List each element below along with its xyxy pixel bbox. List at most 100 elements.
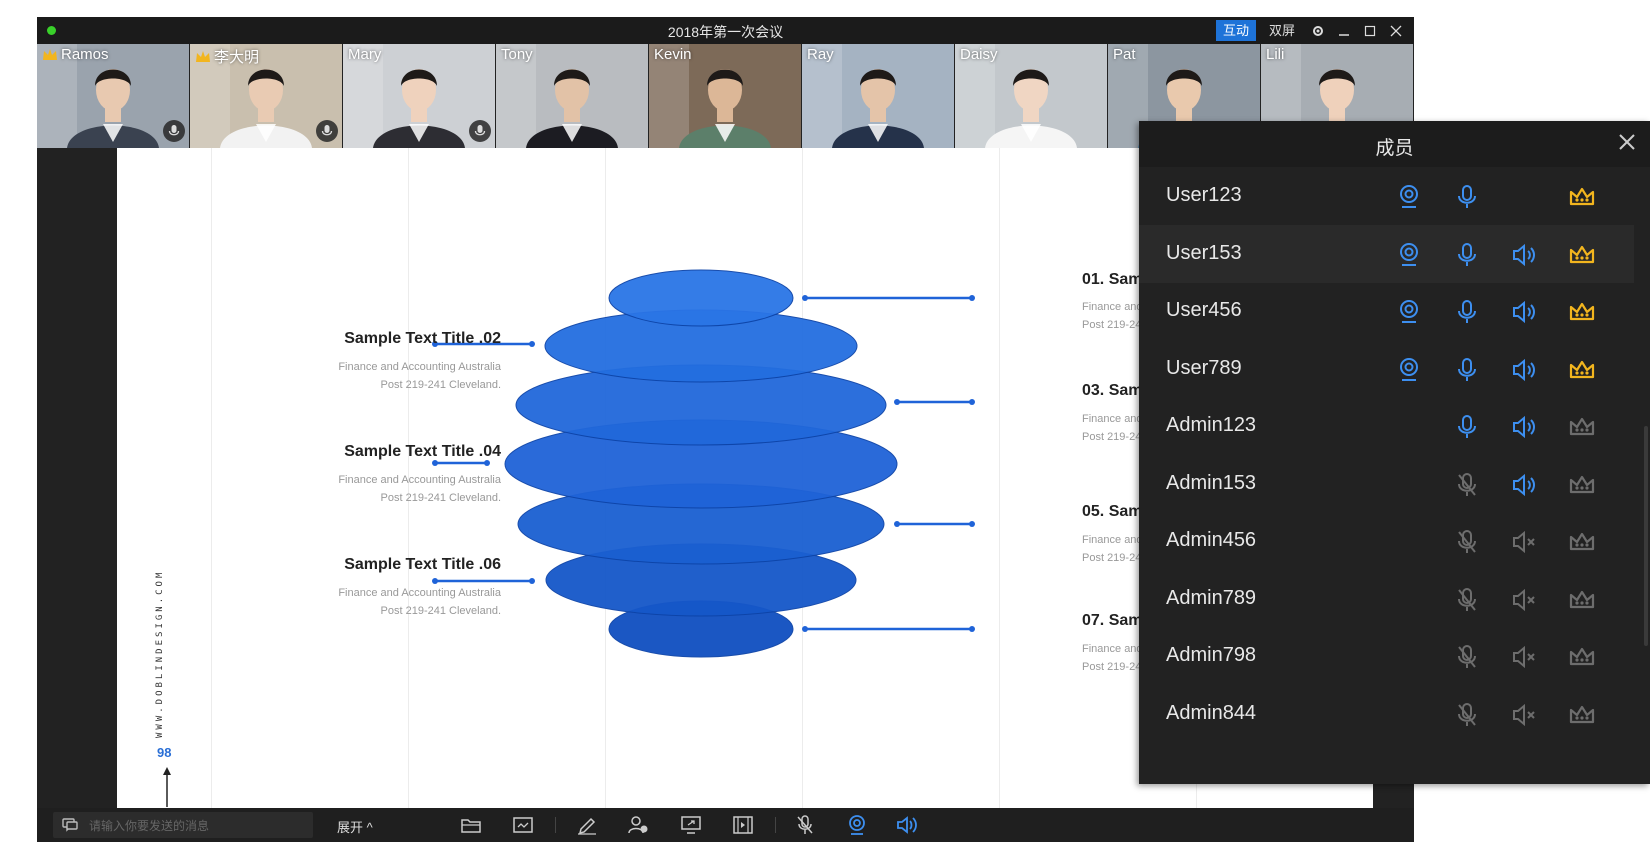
participant-tile[interactable]: Tony xyxy=(496,44,649,148)
folder-icon[interactable] xyxy=(459,814,483,836)
camera-icon[interactable] xyxy=(1394,182,1424,212)
camera-icon[interactable] xyxy=(1394,297,1424,327)
app-root: 2018年第一次会议 互动 双屏 Ramos 李大明 Mary Tony Kev… xyxy=(0,0,1650,842)
connector-dot xyxy=(894,521,900,527)
minimize-icon[interactable] xyxy=(1334,20,1354,41)
participant-tile[interactable]: 李大明 xyxy=(190,44,343,148)
maximize-icon[interactable] xyxy=(1360,20,1380,41)
host-crown-icon[interactable] xyxy=(1567,182,1597,212)
member-row[interactable]: User123 xyxy=(1139,167,1634,225)
settings-gear-icon[interactable] xyxy=(1308,20,1328,41)
member-name: Admin798 xyxy=(1166,644,1257,666)
participants-icon[interactable] xyxy=(627,814,651,836)
left-item-title-06: Sample Text Title .06 xyxy=(344,556,501,573)
speaker-icon[interactable] xyxy=(895,814,919,836)
screen-share-icon[interactable] xyxy=(679,814,703,836)
participant-tile[interactable]: Ray xyxy=(802,44,955,148)
mic-icon[interactable] xyxy=(1452,355,1482,385)
whiteboard-icon[interactable] xyxy=(511,814,535,836)
host-crown-icon[interactable] xyxy=(1567,355,1597,385)
member-row[interactable]: User153 xyxy=(1139,224,1634,283)
speaker-muted-icon[interactable] xyxy=(1510,585,1540,615)
host-crown-icon xyxy=(196,50,210,62)
host-crown-icon[interactable] xyxy=(1567,700,1597,730)
host-crown-icon[interactable] xyxy=(1567,240,1597,270)
speaker-muted-icon[interactable] xyxy=(1510,700,1540,730)
member-name: Admin153 xyxy=(1166,471,1257,494)
annotate-pen-icon[interactable] xyxy=(575,814,599,836)
member-row[interactable]: Admin789 xyxy=(1139,570,1634,628)
speaker-icon[interactable] xyxy=(1510,412,1540,442)
participant-tile[interactable]: Ramos xyxy=(37,44,190,148)
left-item-desc-04: Finance and Accounting Australia Post 21… xyxy=(338,474,501,504)
member-name: Admin844 xyxy=(1166,701,1257,724)
title-bar: 2018年第一次会议 互动 双屏 xyxy=(37,17,1414,44)
speaker-muted-icon[interactable] xyxy=(1510,527,1540,557)
speaker-icon[interactable] xyxy=(1510,240,1540,270)
participant-name: Lili xyxy=(1266,46,1285,63)
mic-muted-icon[interactable] xyxy=(1452,527,1482,557)
host-crown-icon[interactable] xyxy=(1567,642,1597,672)
member-row[interactable]: Admin123 xyxy=(1139,397,1634,455)
member-row[interactable]: User456 xyxy=(1139,282,1634,340)
speaker-icon[interactable] xyxy=(1510,297,1540,327)
dual-screen-button[interactable]: 双屏 xyxy=(1262,20,1302,41)
connector-dot xyxy=(969,399,975,405)
member-row[interactable]: Admin153 xyxy=(1139,455,1634,513)
bottom-toolbar: 请输入你要发送的消息 展开 ^ xyxy=(37,808,1414,842)
camera-icon[interactable] xyxy=(845,814,869,836)
mic-icon[interactable] xyxy=(163,120,185,142)
host-crown-icon[interactable] xyxy=(1567,527,1597,557)
speaker-icon[interactable] xyxy=(1510,470,1540,500)
participant-tile[interactable]: Mary xyxy=(343,44,496,148)
mic-muted-icon[interactable] xyxy=(1452,585,1482,615)
member-name: User153 xyxy=(1166,241,1242,264)
member-name: Admin456 xyxy=(1166,529,1257,551)
participant-name: Ramos xyxy=(42,46,109,63)
close-icon[interactable] xyxy=(1618,133,1636,156)
media-player-icon[interactable] xyxy=(731,814,755,836)
mic-icon[interactable] xyxy=(469,120,491,142)
host-crown-icon[interactable] xyxy=(1567,297,1597,327)
chat-input[interactable]: 请输入你要发送的消息 xyxy=(53,812,313,838)
mic-icon[interactable] xyxy=(316,120,338,142)
mic-icon[interactable] xyxy=(1452,297,1482,327)
host-crown-icon[interactable] xyxy=(1567,585,1597,615)
close-icon[interactable] xyxy=(1386,20,1406,41)
participant-name: Pat xyxy=(1113,46,1136,63)
connector-dot xyxy=(969,521,975,527)
participant-tile[interactable]: Daisy xyxy=(955,44,1108,148)
member-row[interactable]: Admin798 xyxy=(1139,627,1634,685)
connector-dot xyxy=(802,295,808,301)
mic-muted-icon[interactable] xyxy=(1452,700,1482,730)
connector-dot xyxy=(894,399,900,405)
mic-icon[interactable] xyxy=(1452,412,1482,442)
mic-icon[interactable] xyxy=(1452,240,1482,270)
participant-name: Mary xyxy=(348,46,382,63)
member-row[interactable]: Admin844 xyxy=(1139,685,1634,743)
members-panel: 成员 User123 User153 User456 User789 Admin123 A… xyxy=(1139,121,1650,784)
camera-icon[interactable] xyxy=(1394,240,1424,270)
expand-button[interactable]: 展开 ^ xyxy=(337,817,373,836)
member-name: Admin789 xyxy=(1166,586,1257,609)
left-item-title-02: Sample Text Title .02 xyxy=(344,330,501,347)
mic-muted-icon[interactable] xyxy=(1452,470,1482,500)
member-row[interactable]: Admin456 xyxy=(1139,512,1634,570)
mic-muted-icon[interactable] xyxy=(1452,642,1482,672)
participant-name: 李大明 xyxy=(195,46,259,67)
left-item-desc-02: Finance and Accounting Australia Post 21… xyxy=(338,361,501,391)
connector-dot xyxy=(969,626,975,632)
mic-icon[interactable] xyxy=(1452,182,1482,212)
chat-icon xyxy=(62,818,78,832)
member-list-scrollbar[interactable] xyxy=(1644,426,1648,646)
host-crown-icon[interactable] xyxy=(1567,412,1597,442)
mic-muted-icon[interactable] xyxy=(793,814,817,836)
camera-icon[interactable] xyxy=(1394,355,1424,385)
speaker-icon[interactable] xyxy=(1510,355,1540,385)
member-row[interactable]: User789 xyxy=(1139,340,1634,398)
host-crown-icon[interactable] xyxy=(1567,470,1597,500)
host-crown-icon xyxy=(43,48,57,60)
speaker-muted-icon[interactable] xyxy=(1510,642,1540,672)
participant-tile[interactable]: Kevin xyxy=(649,44,802,148)
interactive-mode-button[interactable]: 互动 xyxy=(1215,20,1256,41)
